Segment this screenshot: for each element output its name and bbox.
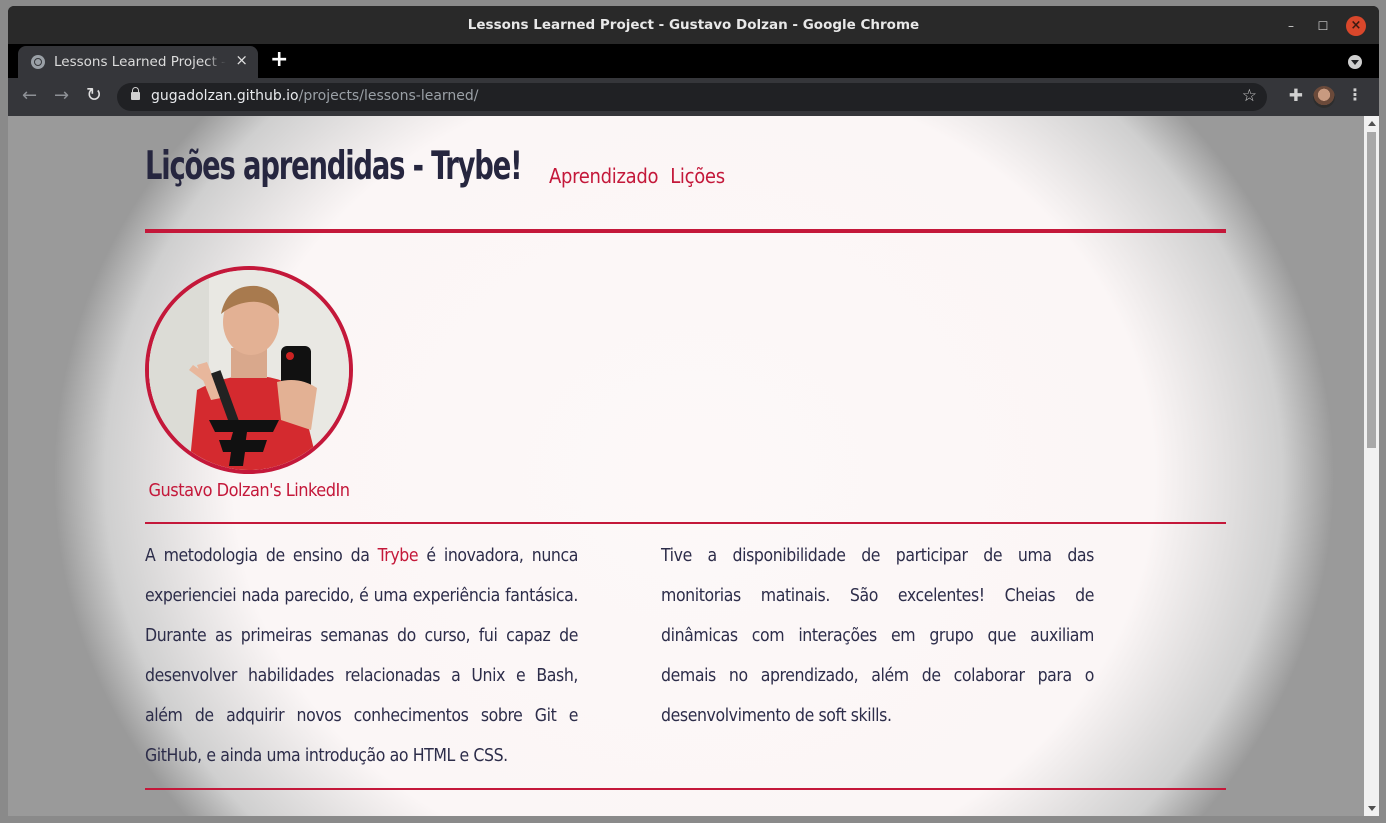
page-title: Lições aprendidas - Trybe! (145, 144, 523, 189)
kebab-menu-icon[interactable]: ⋮ (1347, 85, 1363, 104)
linkedin-link[interactable]: Gustavo Dolzan's LinkedIn (145, 480, 353, 501)
browser-window: Lessons Learned Project - Gustavo Dolzan… (8, 6, 1379, 816)
tab-lessons-learned[interactable]: Lessons Learned Project - Gustavo Dolzan… (18, 46, 258, 78)
paragraph-monitorias: Tive a disponibilidade de participar de … (661, 546, 1094, 726)
lock-icon[interactable] (131, 87, 140, 100)
scrollbar-thumb[interactable] (1367, 132, 1376, 448)
section-divider-bottom (145, 788, 1226, 790)
paragraph-metodologia-before: A metodologia de ensino da (145, 546, 378, 566)
profile-photo (145, 266, 353, 474)
nav-link-licoes[interactable]: Lições (670, 164, 725, 188)
globe-icon (31, 55, 45, 69)
vertical-scrollbar[interactable] (1364, 116, 1379, 816)
scroll-down-icon[interactable] (1368, 806, 1376, 811)
header-divider (145, 229, 1226, 233)
url-path: /projects/lessons-learned/ (298, 88, 479, 104)
close-tab-icon[interactable]: × (235, 51, 248, 69)
arrow-right-icon[interactable]: → (54, 85, 69, 106)
profile-photo-illustration (149, 270, 349, 470)
tab-strip: Lessons Learned Project - Gustavo Dolzan… (8, 44, 1379, 78)
section-divider-top (145, 522, 1226, 524)
puzzle-icon[interactable]: ✚ (1289, 86, 1303, 106)
title-bar: Lessons Learned Project - Gustavo Dolzan… (8, 6, 1379, 44)
nav-link-aprendizado[interactable]: Aprendizado (549, 164, 659, 188)
paragraph-metodologia: A metodologia de ensino da Trybe é inova… (145, 536, 578, 776)
trybe-highlight: Trybe (377, 546, 419, 566)
paragraph-metodologia-after: é inovadora, nunca experienciei nada par… (145, 546, 578, 766)
page-nav: Aprendizado Lições (549, 164, 725, 188)
star-icon[interactable]: ☆ (1242, 86, 1257, 106)
url-host: gugadolzan.github.io (151, 88, 299, 104)
maximize-icon[interactable]: ☐ (1313, 16, 1333, 36)
close-window-icon[interactable]: × (1346, 16, 1366, 36)
new-tab-icon[interactable]: + (270, 47, 288, 72)
page-viewport: Lições aprendidas - Trybe! Aprendizado L… (8, 116, 1379, 816)
address-bar[interactable]: gugadolzan.github.io/projects/lessons-le… (117, 83, 1267, 111)
url-text[interactable]: gugadolzan.github.io/projects/lessons-le… (151, 88, 479, 104)
scroll-up-icon[interactable] (1368, 121, 1376, 126)
window-title: Lessons Learned Project - Gustavo Dolzan… (467, 17, 920, 33)
minimize-icon[interactable]: – (1281, 16, 1301, 36)
profile-avatar[interactable] (1313, 86, 1335, 108)
browser-toolbar: ← → ↻ gugadolzan.github.io/projects/less… (8, 78, 1379, 116)
tab-search-icon[interactable] (1348, 55, 1362, 69)
reload-icon[interactable]: ↻ (86, 84, 102, 106)
arrow-left-icon[interactable]: ← (22, 85, 37, 106)
tab-title: Lessons Learned Project - Gustavo Dolzan (54, 54, 226, 70)
